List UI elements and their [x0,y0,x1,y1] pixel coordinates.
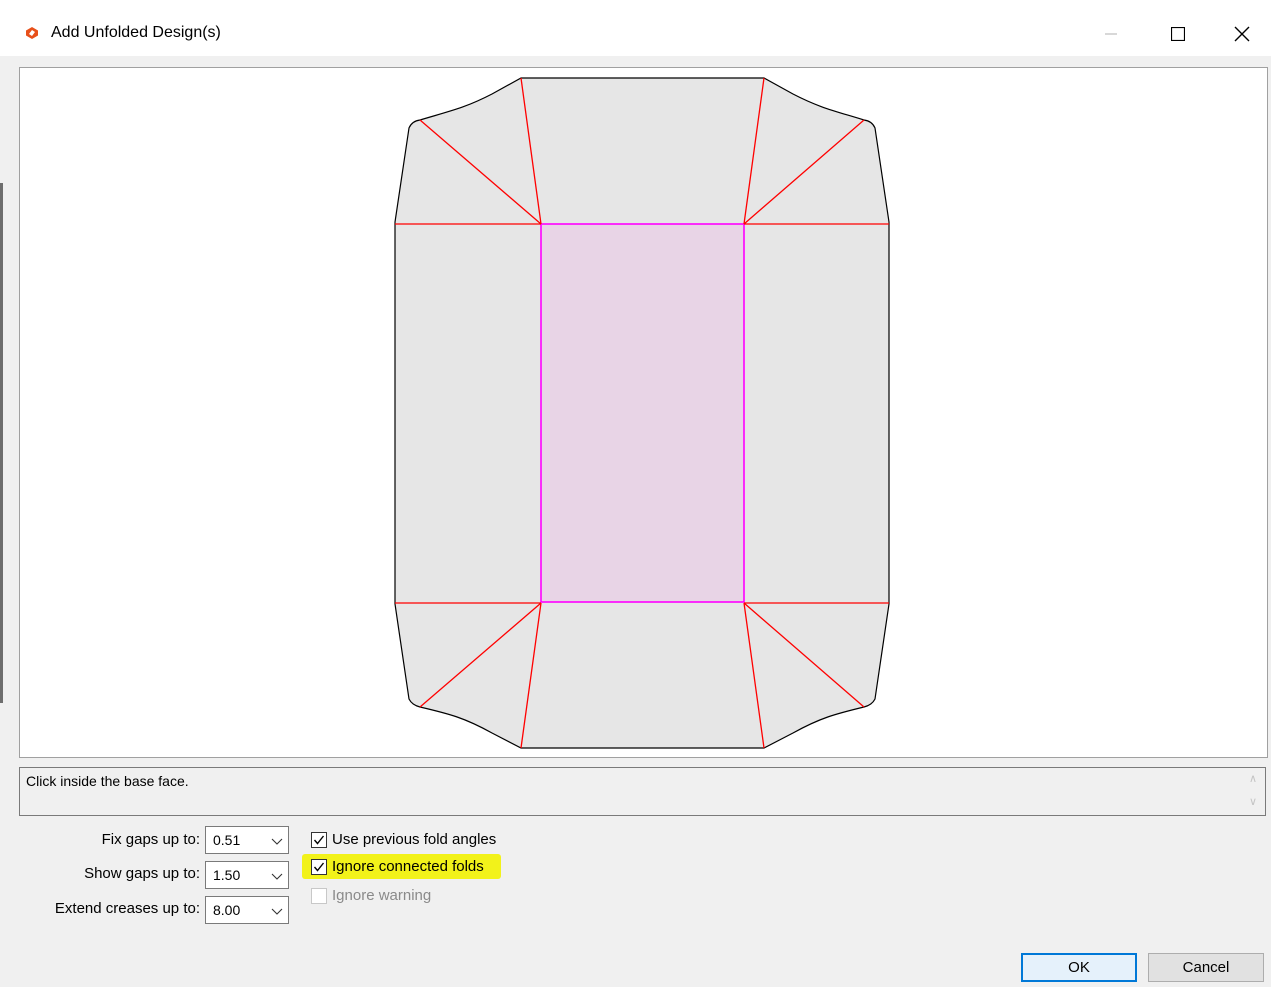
ignore-connected-folds-checkbox[interactable] [311,859,327,875]
dialog-window: Add Unfolded Design(s) Click inside the … [0,0,1271,987]
chevron-down-icon [270,904,284,918]
show-gaps-value: 1.50 [213,867,241,883]
message-scrollbar[interactable]: ∧ ∨ [1245,768,1265,815]
close-icon [1234,26,1250,42]
chevron-down-icon [270,869,284,883]
cancel-button[interactable]: Cancel [1148,953,1264,982]
base-face [540,223,745,603]
scroll-down-icon[interactable]: ∨ [1249,795,1257,808]
ignore-connected-folds-label[interactable]: Ignore connected folds [332,858,484,875]
window-edge [0,183,3,703]
window-title: Add Unfolded Design(s) [51,24,221,41]
close-button[interactable] [1219,14,1265,54]
maximize-button[interactable] [1155,14,1201,54]
checkmark-icon [313,862,325,872]
fix-gaps-label: Fix gaps up to: [101,831,200,848]
title-bar: Add Unfolded Design(s) [0,0,1271,56]
ok-button[interactable]: OK [1021,953,1137,982]
ignore-warning-label: Ignore warning [332,887,432,904]
minimize-icon [1105,28,1117,40]
use-previous-fold-angles-label[interactable]: Use previous fold angles [332,831,496,848]
status-message: Click inside the base face. [26,773,189,789]
show-gaps-select[interactable]: 1.50 [205,861,289,889]
maximize-icon [1171,27,1185,41]
scroll-up-icon[interactable]: ∧ [1249,772,1257,785]
show-gaps-label: Show gaps up to: [84,865,200,882]
extend-creases-value: 8.00 [213,902,241,918]
fix-gaps-select[interactable]: 0.51 [205,826,289,854]
checkmark-icon [313,835,325,845]
unfolded-design-drawing [394,77,890,749]
extend-creases-label: Extend creases up to: [54,900,200,917]
app-logo-icon [25,26,39,40]
unfold-preview-canvas[interactable] [19,67,1268,758]
fix-gaps-value: 0.51 [213,832,241,848]
status-message-box: Click inside the base face. ∧ ∨ [19,767,1266,816]
chevron-down-icon [270,834,284,848]
minimize-button[interactable] [1088,14,1134,54]
use-previous-fold-angles-checkbox[interactable] [311,832,327,848]
ignore-warning-checkbox [311,888,327,904]
extend-creases-select[interactable]: 8.00 [205,896,289,924]
